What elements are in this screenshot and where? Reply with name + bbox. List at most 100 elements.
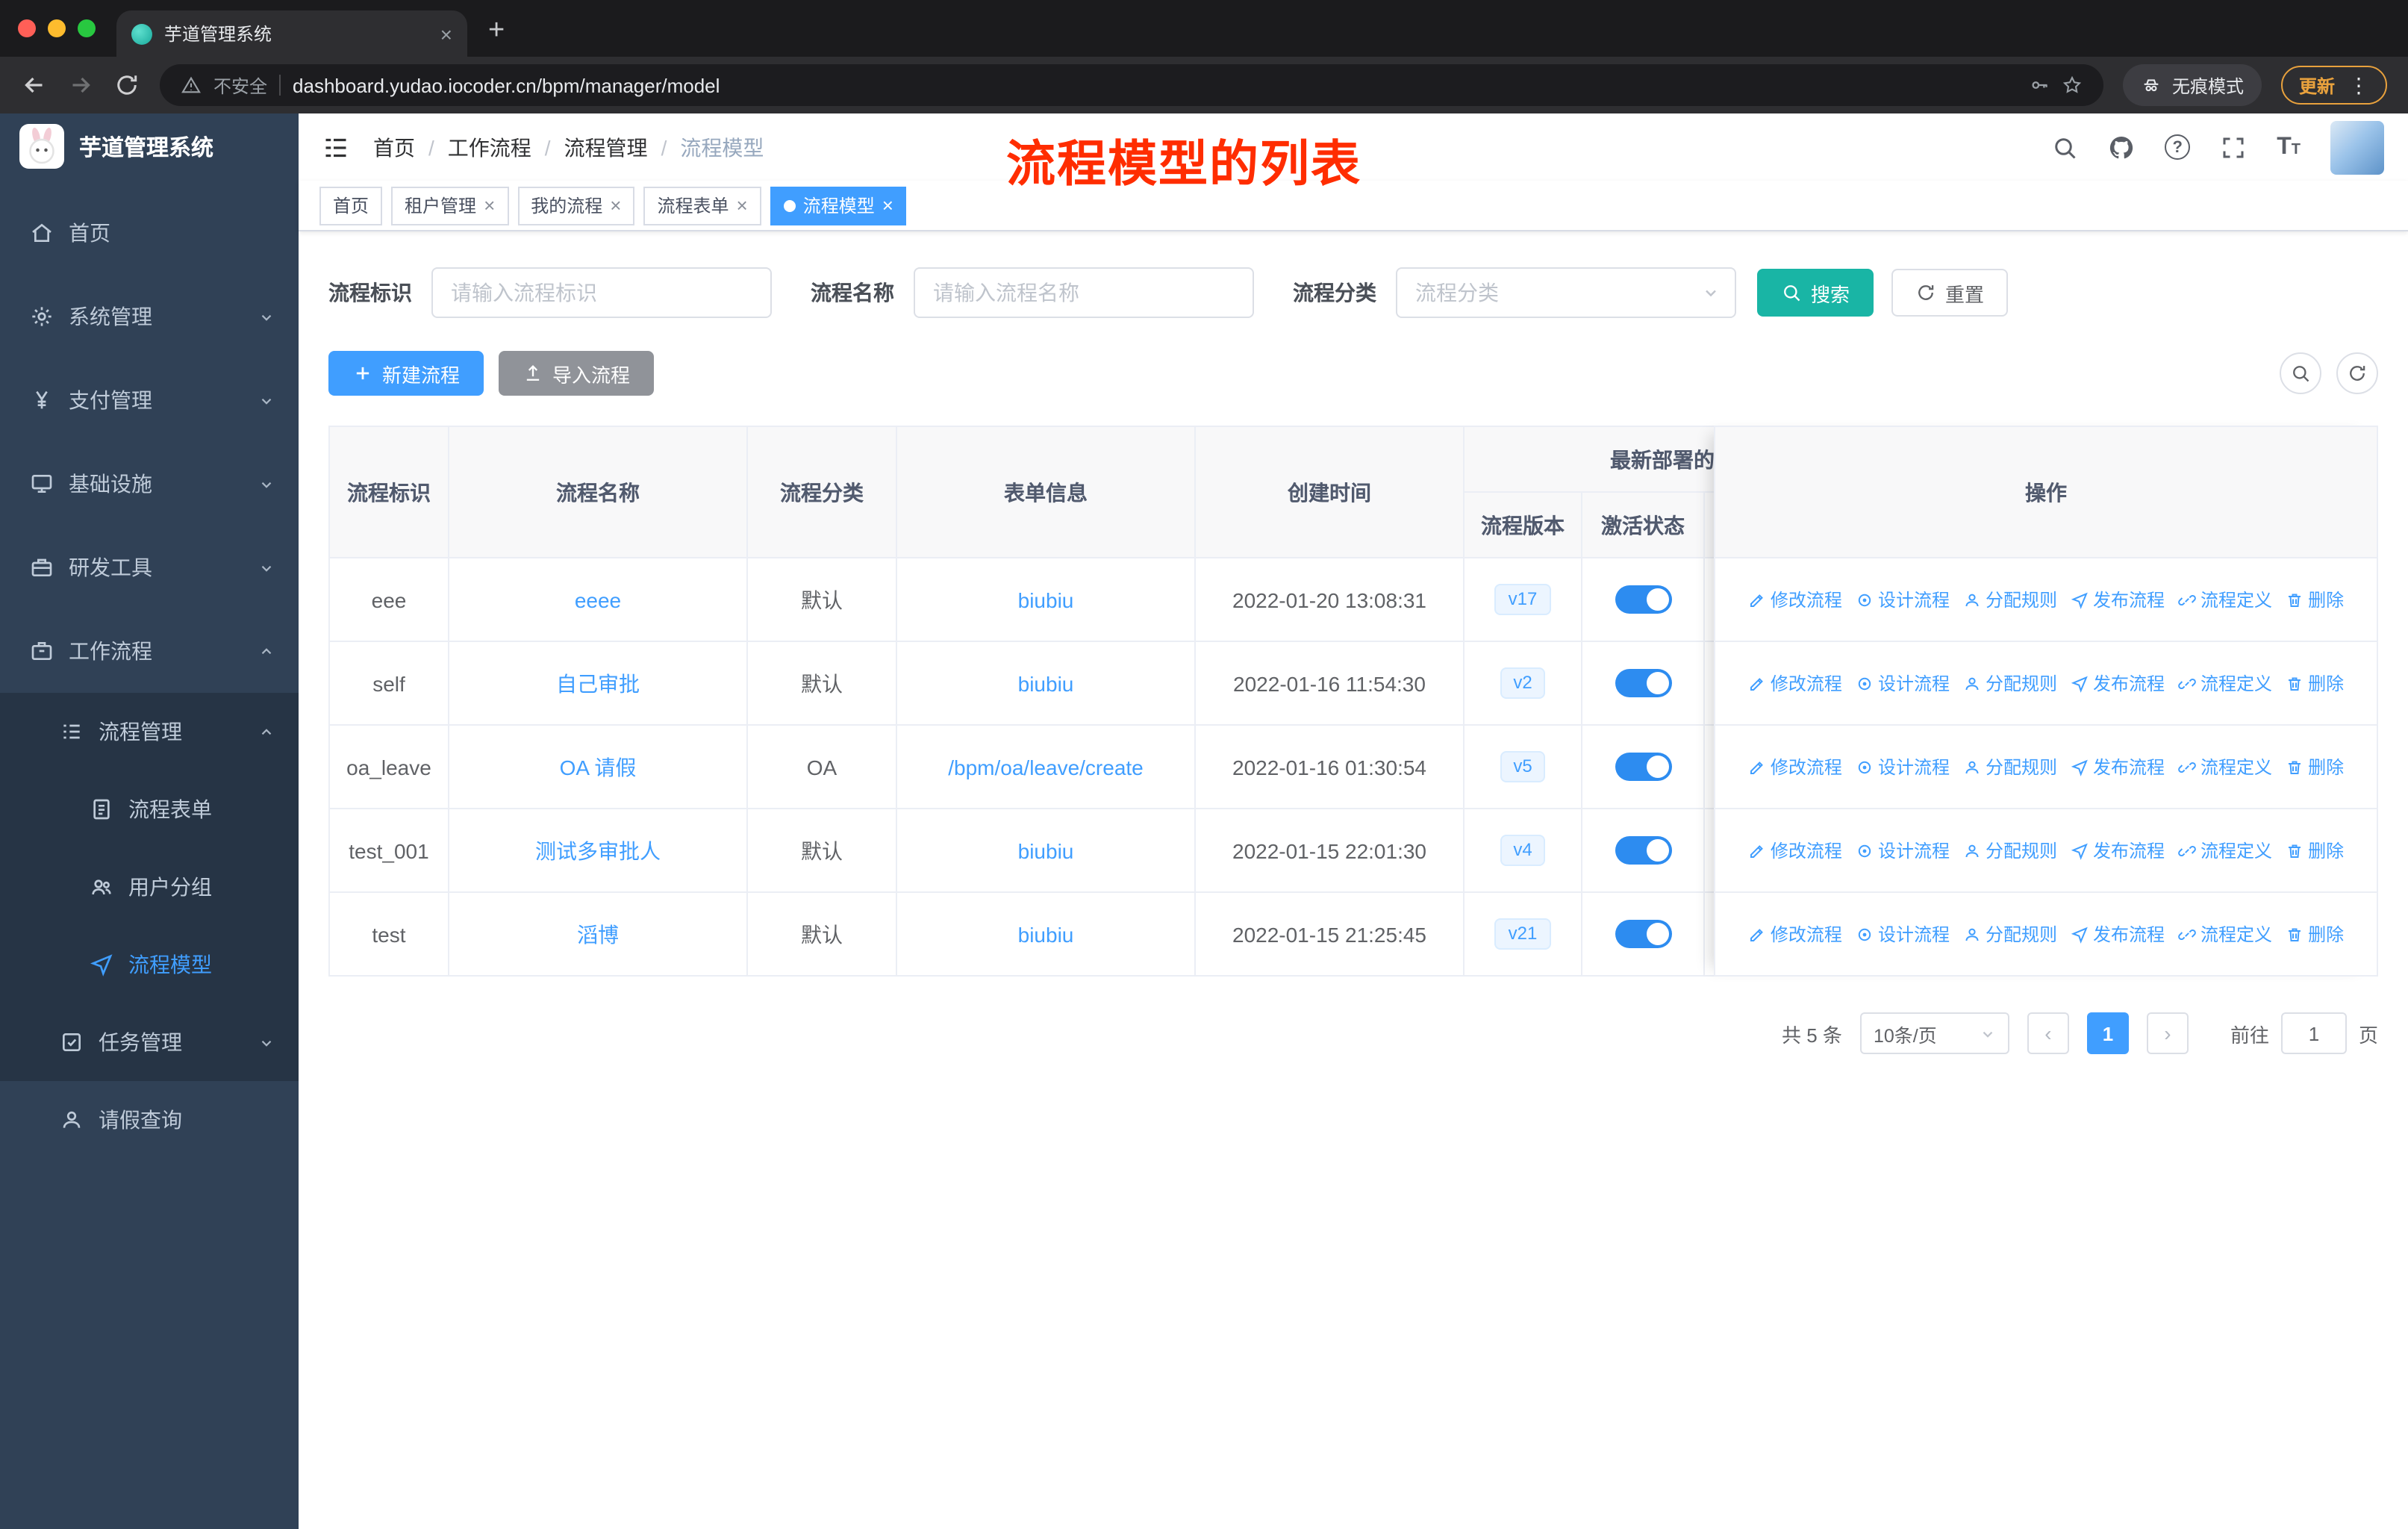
process-definition-action[interactable]: 流程定义 xyxy=(2178,838,2272,863)
delete-action[interactable]: 删除 xyxy=(2286,754,2344,779)
sidebar-item-home[interactable]: 首页 xyxy=(0,191,299,275)
active-toggle[interactable] xyxy=(1615,753,1671,781)
page-1-button[interactable]: 1 xyxy=(2086,1012,2129,1054)
process-name-link[interactable]: 滔博 xyxy=(577,922,619,946)
modify-process-action[interactable]: 修改流程 xyxy=(1748,670,1842,696)
process-definition-action[interactable]: 流程定义 xyxy=(2178,587,2272,612)
breadcrumb-home[interactable]: 首页 xyxy=(373,132,415,162)
process-key-input[interactable] xyxy=(431,267,772,318)
prev-page-button[interactable]: ‹ xyxy=(2027,1012,2069,1054)
publish-process-action[interactable]: 发布流程 xyxy=(2071,587,2165,612)
hamburger-fold-icon[interactable] xyxy=(322,134,349,161)
process-definition-action[interactable]: 流程定义 xyxy=(2178,754,2272,779)
close-icon[interactable]: × xyxy=(484,196,495,215)
design-process-action[interactable]: 设计流程 xyxy=(1856,754,1950,779)
sidebar-item-infra[interactable]: 基础设施 xyxy=(0,442,299,526)
window-minimize-button[interactable] xyxy=(48,19,66,37)
tag-process-form[interactable]: 流程表单 × xyxy=(643,186,761,225)
address-bar[interactable]: 不安全 dashboard.yudao.iocoder.cn/bpm/manag… xyxy=(160,64,2103,106)
bookmark-star-icon[interactable] xyxy=(2062,75,2083,96)
sidebar-item-process-mgmt[interactable]: 流程管理 xyxy=(0,693,299,770)
update-chip[interactable]: 更新 ⋮ xyxy=(2280,66,2387,105)
forward-icon[interactable] xyxy=(67,72,94,99)
process-name-link[interactable]: eeee xyxy=(575,588,621,611)
active-toggle[interactable] xyxy=(1615,920,1671,948)
tag-process-model[interactable]: 流程模型 × xyxy=(770,186,907,225)
search-button[interactable]: 搜索 xyxy=(1757,269,1874,317)
assign-rule-action[interactable]: 分配规则 xyxy=(1963,587,2057,612)
fullscreen-icon[interactable] xyxy=(2220,134,2247,161)
category-select[interactable]: 流程分类 xyxy=(1396,267,1736,318)
sidebar-item-process-model[interactable]: 流程模型 xyxy=(0,926,299,1003)
sidebar-item-devtools[interactable]: 研发工具 xyxy=(0,526,299,609)
window-close-button[interactable] xyxy=(18,19,36,37)
publish-process-action[interactable]: 发布流程 xyxy=(2071,921,2165,947)
design-process-action[interactable]: 设计流程 xyxy=(1856,587,1950,612)
modify-process-action[interactable]: 修改流程 xyxy=(1748,754,1842,779)
avatar[interactable] xyxy=(2330,120,2384,174)
publish-process-action[interactable]: 发布流程 xyxy=(2071,754,2165,779)
process-name-link[interactable]: OA 请假 xyxy=(560,755,637,779)
search-icon[interactable] xyxy=(2051,134,2078,161)
delete-action[interactable]: 删除 xyxy=(2286,670,2344,696)
design-process-action[interactable]: 设计流程 xyxy=(1856,838,1950,863)
sidebar-item-system[interactable]: 系统管理 xyxy=(0,275,299,358)
form-info-link[interactable]: biubiu xyxy=(1018,922,1074,946)
process-name-link[interactable]: 自己审批 xyxy=(556,671,640,695)
reset-button[interactable]: 重置 xyxy=(1891,269,2009,317)
back-icon[interactable] xyxy=(21,72,48,99)
browser-menu-dots-icon[interactable]: ⋮ xyxy=(2348,72,2369,98)
url-text[interactable]: dashboard.yudao.iocoder.cn/bpm/manager/m… xyxy=(293,74,2017,96)
goto-page-input[interactable] xyxy=(2280,1012,2347,1054)
form-info-link[interactable]: biubiu xyxy=(1018,671,1074,695)
active-toggle[interactable] xyxy=(1615,836,1671,865)
process-name-input[interactable] xyxy=(914,267,1254,318)
form-info-link[interactable]: biubiu xyxy=(1018,588,1074,611)
process-definition-action[interactable]: 流程定义 xyxy=(2178,670,2272,696)
close-icon[interactable]: × xyxy=(610,196,621,215)
active-toggle[interactable] xyxy=(1615,669,1671,697)
modify-process-action[interactable]: 修改流程 xyxy=(1748,921,1842,947)
create-process-button[interactable]: 新建流程 xyxy=(328,351,484,396)
close-icon[interactable]: × xyxy=(882,196,893,215)
assign-rule-action[interactable]: 分配规则 xyxy=(1963,921,2057,947)
breadcrumb-process-mgmt[interactable]: 流程管理 xyxy=(564,132,648,162)
sidebar-item-user-group[interactable]: 用户分组 xyxy=(0,848,299,926)
password-key-icon[interactable] xyxy=(2029,75,2050,96)
modify-process-action[interactable]: 修改流程 xyxy=(1748,587,1842,612)
sidebar-item-leave-query[interactable]: 请假查询 xyxy=(0,1081,299,1159)
help-icon[interactable]: ? xyxy=(2165,134,2191,160)
new-tab-button[interactable]: + xyxy=(488,15,505,48)
modify-process-action[interactable]: 修改流程 xyxy=(1748,838,1842,863)
assign-rule-action[interactable]: 分配规则 xyxy=(1963,754,2057,779)
security-label[interactable]: 不安全 xyxy=(213,72,267,98)
import-process-button[interactable]: 导入流程 xyxy=(499,351,655,396)
font-size-icon[interactable]: TT xyxy=(2277,134,2301,159)
next-page-button[interactable]: › xyxy=(2146,1012,2189,1054)
design-process-action[interactable]: 设计流程 xyxy=(1856,921,1950,947)
form-info-link[interactable]: biubiu xyxy=(1018,838,1074,862)
reload-icon[interactable] xyxy=(113,72,140,99)
close-icon[interactable]: × xyxy=(737,196,748,215)
sidebar-item-task-mgmt[interactable]: 任务管理 xyxy=(0,1003,299,1081)
tag-my-process[interactable]: 我的流程 × xyxy=(517,186,635,225)
window-zoom-button[interactable] xyxy=(78,19,96,37)
tab-close-icon[interactable]: × xyxy=(440,23,452,44)
tag-tenant-mgmt[interactable]: 租户管理 × xyxy=(391,186,509,225)
active-toggle[interactable] xyxy=(1615,585,1671,614)
form-info-link[interactable]: /bpm/oa/leave/create xyxy=(948,755,1144,779)
breadcrumb-workflow[interactable]: 工作流程 xyxy=(448,132,531,162)
publish-process-action[interactable]: 发布流程 xyxy=(2071,670,2165,696)
page-size-select[interactable]: 10条/页 xyxy=(1859,1012,2009,1054)
toggle-search-button[interactable] xyxy=(2280,352,2321,394)
sidebar-item-workflow[interactable]: 工作流程 xyxy=(0,609,299,693)
refresh-table-button[interactable] xyxy=(2336,352,2378,394)
process-definition-action[interactable]: 流程定义 xyxy=(2178,921,2272,947)
delete-action[interactable]: 删除 xyxy=(2286,587,2344,612)
process-name-link[interactable]: 测试多审批人 xyxy=(535,838,661,862)
github-icon[interactable] xyxy=(2108,134,2135,161)
delete-action[interactable]: 删除 xyxy=(2286,921,2344,947)
assign-rule-action[interactable]: 分配规则 xyxy=(1963,670,2057,696)
sidebar-item-payment[interactable]: 支付管理 xyxy=(0,358,299,442)
browser-tab[interactable]: 芋道管理系统 × xyxy=(116,10,467,57)
